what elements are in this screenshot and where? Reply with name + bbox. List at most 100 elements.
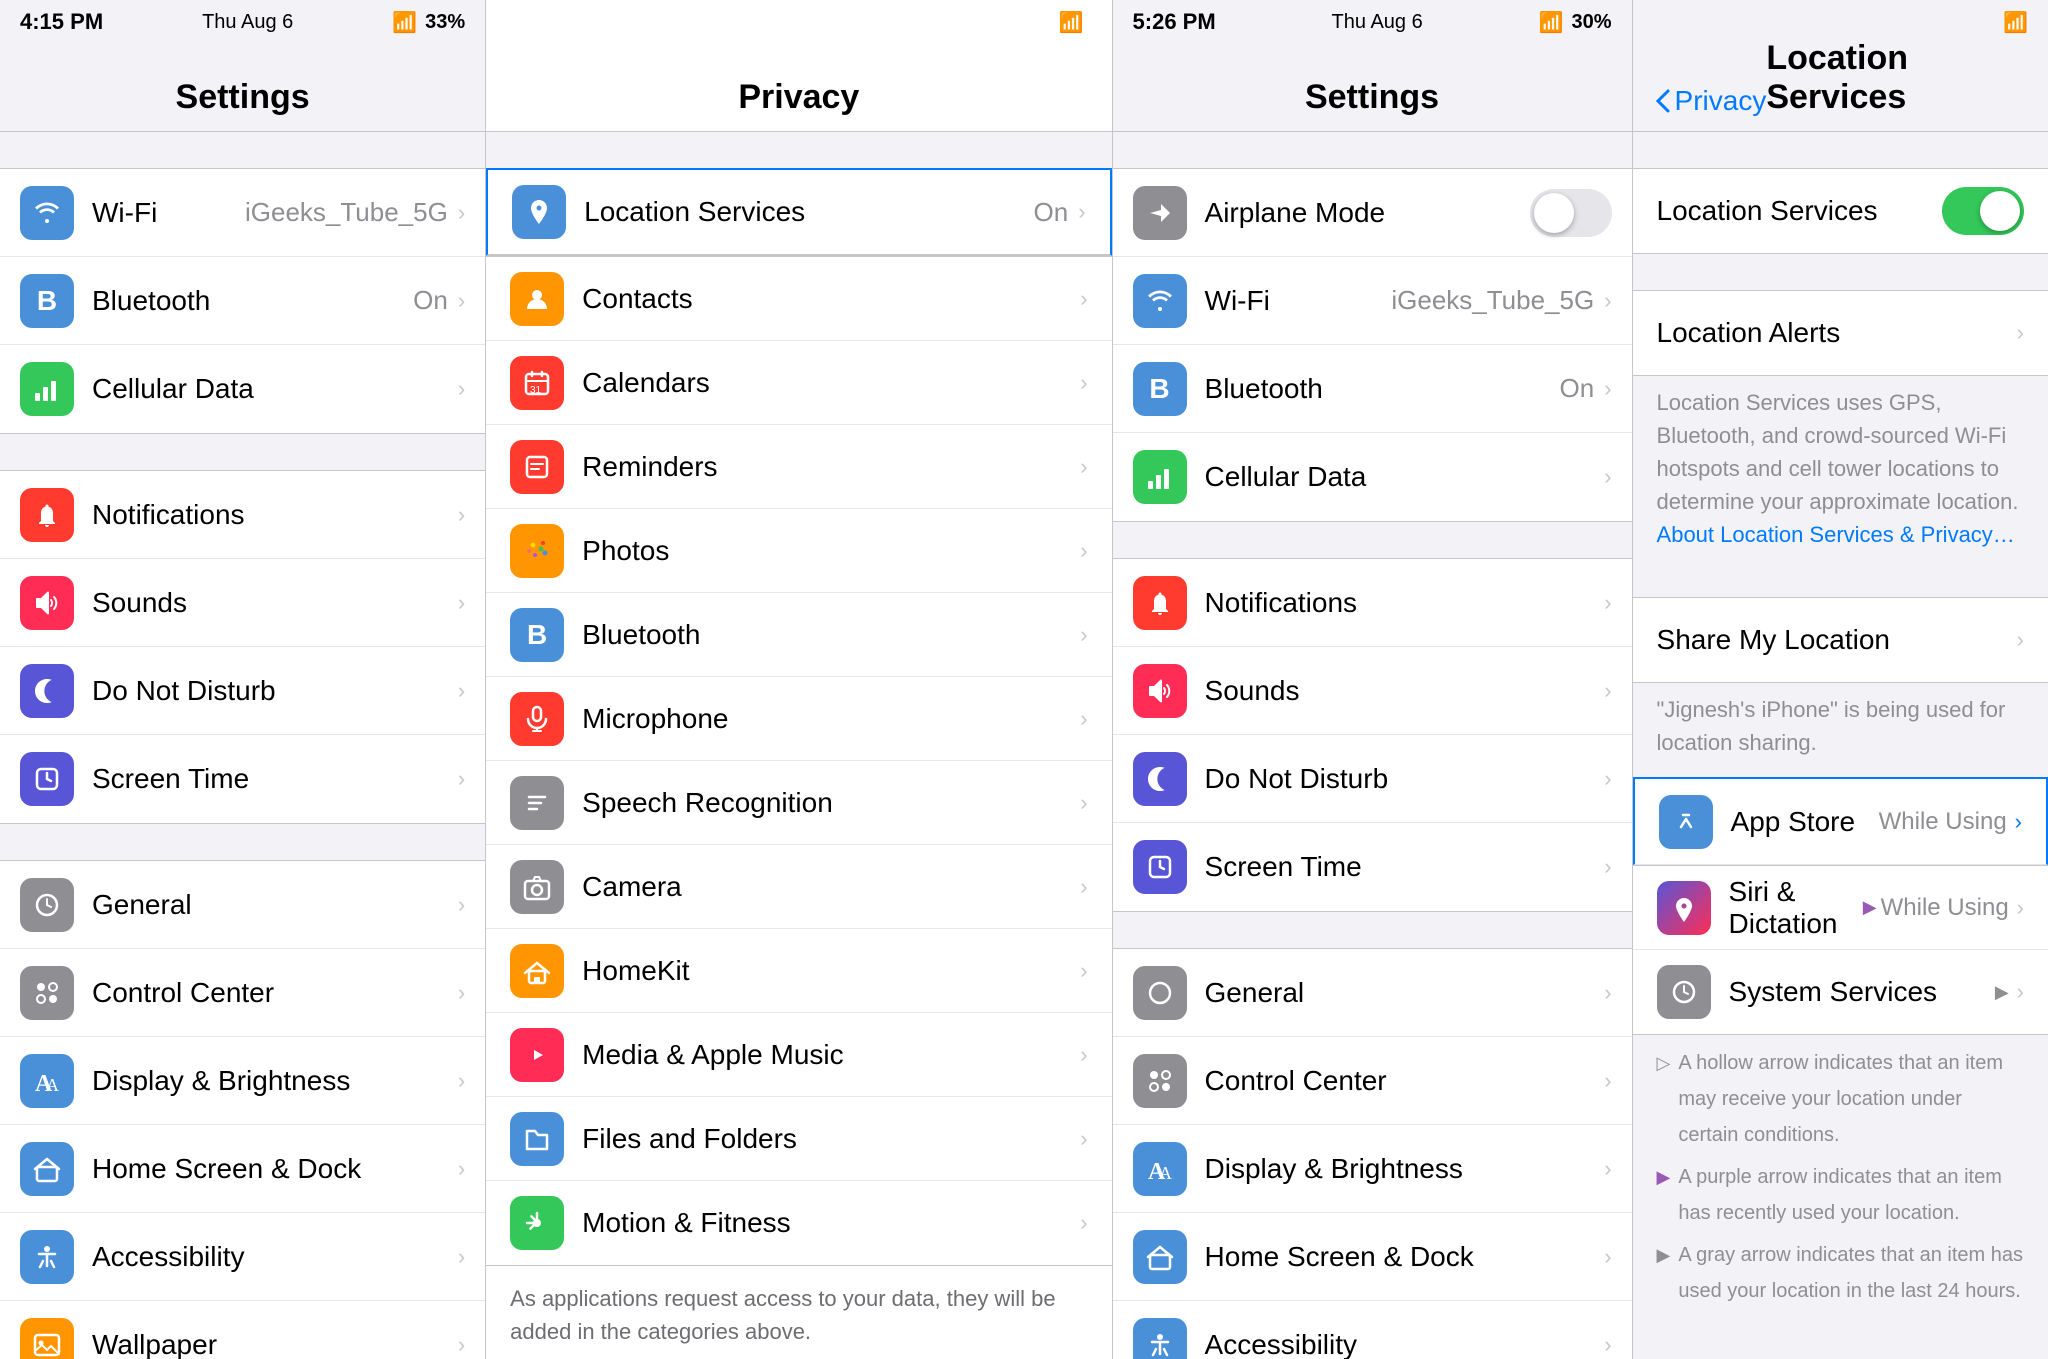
cellular2-icon (1133, 450, 1187, 504)
svg-text:A: A (46, 1075, 59, 1095)
purple-arrow-icon: ▶ (1657, 1161, 1671, 1193)
privacy-item-calendars[interactable]: 31 Calendars › (486, 341, 1111, 425)
sounds-label: Sounds (92, 587, 458, 619)
settings-right-display[interactable]: AA Display & Brightness › (1113, 1125, 1632, 1213)
status-day-left: Thu Aug 6 (202, 11, 293, 34)
back-to-privacy-button[interactable]: Privacy (1653, 85, 1767, 117)
privacy-item-speech[interactable]: Speech Recognition › (486, 761, 1111, 845)
general2-chevron: › (1604, 980, 1611, 1006)
cellular2-label: Cellular Data (1205, 461, 1605, 493)
bullet-row-1: ▷ A hollow arrow indicates that an item … (1657, 1045, 2024, 1153)
privacy-item-bluetooth[interactable]: B Bluetooth › (486, 593, 1111, 677)
privacy-item-camera[interactable]: Camera › (486, 845, 1111, 929)
privacy-item-microphone[interactable]: Microphone › (486, 677, 1111, 761)
share-location-group: Share My Location › (1633, 597, 2048, 683)
privacy-item-homekit[interactable]: HomeKit › (486, 929, 1111, 1013)
right-half: 5:26 PM Thu Aug 6 📶 30% Settings Airplan… (1113, 0, 2048, 1359)
settings-right-homescreen[interactable]: Home Screen & Dock › (1113, 1213, 1632, 1301)
calendars-icon: 31 (510, 356, 564, 410)
settings-item-notifications[interactable]: Notifications › (0, 471, 485, 559)
display-icon: AA (20, 1054, 74, 1108)
privacy-item-photos[interactable]: Photos › (486, 509, 1111, 593)
privacy-item-reminders[interactable]: Reminders › (486, 425, 1111, 509)
dnd2-label: Do Not Disturb (1205, 763, 1605, 795)
share-location-chevron: › (2017, 627, 2024, 653)
location-services-toggle[interactable] (1942, 187, 2024, 235)
privacy-item-contacts[interactable]: Contacts › (486, 257, 1111, 341)
location-scroll[interactable]: Location Services Location Alerts › Loca… (1633, 132, 2048, 1359)
nav-bar-right: Settings (1113, 44, 1632, 132)
notifications-chevron: › (458, 502, 465, 528)
settings-right-sounds[interactable]: Sounds › (1113, 647, 1632, 735)
settings-right-control[interactable]: Control Center › (1113, 1037, 1632, 1125)
calendars-label: Calendars (582, 367, 1080, 399)
settings-item-dnd[interactable]: Do Not Disturb › (0, 647, 485, 735)
notif2-chevron: › (1604, 590, 1611, 616)
settings-right-accessibility[interactable]: Accessibility › (1113, 1301, 1632, 1359)
media-icon (510, 1028, 564, 1082)
contacts-icon (510, 272, 564, 326)
camera-chevron: › (1080, 874, 1087, 900)
back-label: Privacy (1675, 85, 1767, 117)
settings-right-screentime[interactable]: Screen Time › (1113, 823, 1632, 911)
settings-item-screentime[interactable]: Screen Time › (0, 735, 485, 823)
location-services-value: On (1034, 197, 1069, 228)
settings-right-cellular[interactable]: Cellular Data › (1113, 433, 1632, 521)
appstore-icon (1659, 795, 1713, 849)
settings-item-display[interactable]: AA Display & Brightness › (0, 1037, 485, 1125)
screentime2-label: Screen Time (1205, 851, 1605, 883)
motion-icon (510, 1196, 564, 1250)
settings-right-airplane[interactable]: Airplane Mode (1113, 169, 1632, 257)
settings-item-homescreen[interactable]: Home Screen & Dock › (0, 1125, 485, 1213)
settings-right-general[interactable]: General › (1113, 949, 1632, 1037)
settings-scroll-right[interactable]: Airplane Mode Wi-Fi iGeeks_Tube_5G › B (1113, 132, 1632, 1359)
bt3-icon: B (1133, 362, 1187, 416)
settings-right-dnd[interactable]: Do Not Disturb › (1113, 735, 1632, 823)
location-alerts-row[interactable]: Location Alerts › (1633, 291, 2048, 375)
homescreen2-chevron: › (1604, 1244, 1611, 1270)
location-services-row[interactable]: Location Services On › (486, 168, 1111, 256)
bluetooth-label: Bluetooth (92, 285, 413, 317)
settings-item-accessibility[interactable]: Accessibility › (0, 1213, 485, 1301)
share-location-row[interactable]: Share My Location › (1633, 598, 2048, 682)
system-services-row[interactable]: System Services ▶ › (1633, 950, 2048, 1034)
settings-item-wifi[interactable]: Wi-Fi iGeeks_Tube_5G › (0, 169, 485, 257)
settings-scroll-left[interactable]: Wi-Fi iGeeks_Tube_5G › B Bluetooth On › … (0, 132, 485, 1359)
screentime-icon (20, 752, 74, 806)
settings-item-sounds[interactable]: Sounds › (0, 559, 485, 647)
appstore-label: App Store (1731, 806, 1879, 838)
privacy-item-media[interactable]: Media & Apple Music › (486, 1013, 1111, 1097)
sounds2-label: Sounds (1205, 675, 1605, 707)
settings-group-1: Wi-Fi iGeeks_Tube_5G › B Bluetooth On › … (0, 168, 485, 434)
cellular-chevron: › (458, 376, 465, 402)
settings-right-group-3: General › Control Center › AA Display & … (1113, 948, 1632, 1359)
settings-right-notif[interactable]: Notifications › (1113, 559, 1632, 647)
status-bar-middle: 4:15 PM 📶 (486, 0, 1111, 44)
privacy-scroll[interactable]: Location Services On › Contacts › 31 Cal… (486, 132, 1111, 1359)
status-bar-left: 4:15 PM Thu Aug 6 📶 33% (0, 0, 485, 44)
settings-right-wifi[interactable]: Wi-Fi iGeeks_Tube_5G › (1113, 257, 1632, 345)
bluetooth-icon: B (20, 274, 74, 328)
appstore-row[interactable]: App Store While Using › (1633, 777, 2048, 865)
location-services-toggle-row[interactable]: Location Services (1633, 169, 2048, 253)
svg-text:A: A (1159, 1163, 1172, 1183)
airplane-toggle[interactable] (1530, 189, 1612, 237)
settings-item-general[interactable]: General › (0, 861, 485, 949)
siri-dictation-row[interactable]: Siri & Dictation ▶ While Using › (1633, 866, 2048, 950)
settings-right-bluetooth[interactable]: B Bluetooth On › (1113, 345, 1632, 433)
about-location-link[interactable]: About Location Services & Privacy… (1657, 522, 2015, 547)
nav-bar-middle: Privacy (486, 44, 1111, 132)
airplane-icon (1133, 186, 1187, 240)
settings-item-wallpaper[interactable]: Wallpaper › (0, 1301, 485, 1359)
privacy-item-files[interactable]: Files and Folders › (486, 1097, 1111, 1181)
wallpaper-icon (20, 1318, 74, 1359)
homescreen-icon (20, 1142, 74, 1196)
location-nav-title: Location Services (1766, 39, 1951, 117)
settings-item-bluetooth[interactable]: B Bluetooth On › (0, 257, 485, 345)
siri-dictation-arrow: ▶ (1863, 897, 1877, 918)
settings-item-cellular[interactable]: Cellular Data › (0, 345, 485, 433)
wifi-middle-icon: 📶 (1059, 10, 1084, 35)
privacy-item-motion[interactable]: Motion & Fitness › (486, 1181, 1111, 1265)
settings-item-control[interactable]: Control Center › (0, 949, 485, 1037)
bluetooth3-value: On (1560, 373, 1595, 404)
